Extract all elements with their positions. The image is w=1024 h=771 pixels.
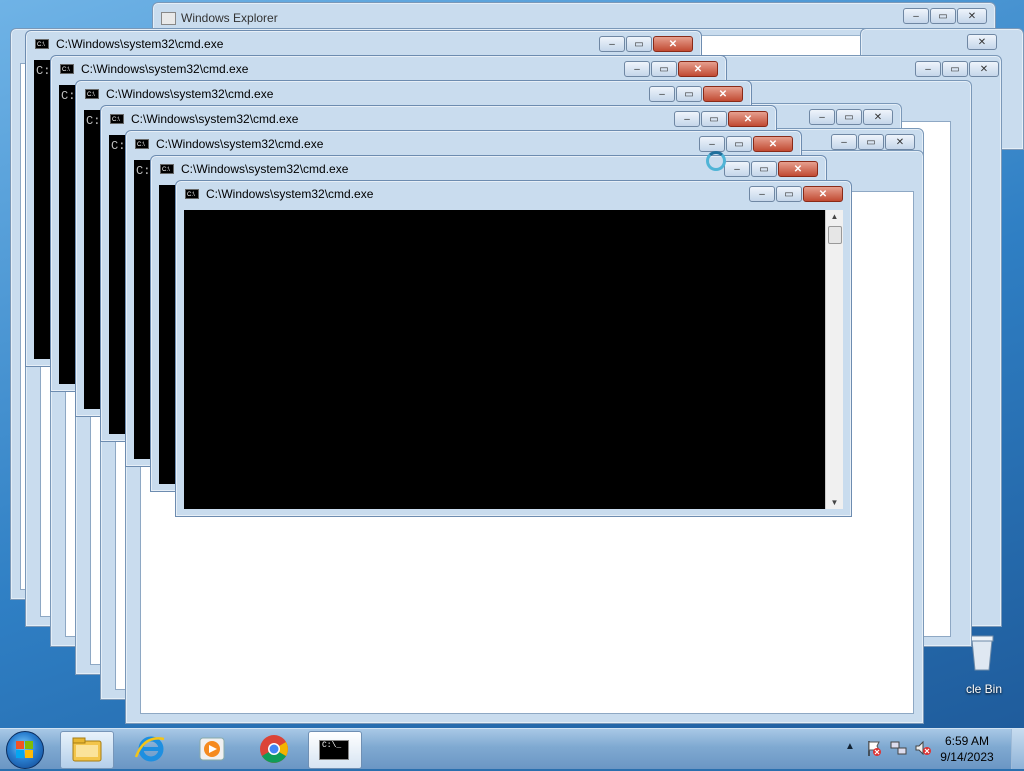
minimize-button[interactable]: – bbox=[915, 61, 941, 77]
folder-explorer-icon bbox=[72, 737, 102, 762]
cmd-icon: C:\_ bbox=[319, 740, 349, 760]
close-button[interactable]: ✕ bbox=[703, 86, 743, 102]
console-prompt: C: bbox=[86, 114, 101, 128]
vertical-scrollbar[interactable]: ▲ ▼ bbox=[825, 210, 843, 509]
maximize-button[interactable]: ▭ bbox=[942, 61, 968, 77]
minimize-button[interactable]: – bbox=[903, 8, 929, 24]
taskbar: C:\_ ▲ 6:59 AM 9/14/2023 bbox=[0, 728, 1024, 769]
window-title: Windows Explorer bbox=[181, 11, 278, 25]
clock-date: 9/14/2023 bbox=[940, 750, 994, 764]
scroll-down-icon[interactable]: ▼ bbox=[826, 498, 843, 507]
start-button[interactable] bbox=[6, 731, 44, 769]
taskbar-cmd-button[interactable]: C:\_ bbox=[308, 731, 362, 769]
internet-explorer-icon bbox=[134, 736, 165, 762]
taskbar-ie-button[interactable] bbox=[124, 731, 176, 767]
maximize-button[interactable]: ▭ bbox=[676, 86, 702, 102]
volume-muted-icon[interactable] bbox=[914, 739, 932, 757]
cmd-window-active[interactable]: C:\ C:\Windows\system32\cmd.exe – ▭ ✕ ▲ … bbox=[175, 180, 852, 517]
recycle-bin-icon[interactable] bbox=[968, 630, 996, 674]
scroll-thumb[interactable] bbox=[828, 226, 842, 244]
recycle-bin-label[interactable]: cle Bin bbox=[966, 682, 1002, 696]
cmd-app-icon: C:\ bbox=[185, 189, 199, 199]
explorer-app-icon bbox=[161, 12, 176, 25]
caption-buttons: – ▭ ✕ bbox=[809, 109, 893, 125]
taskbar-explorer-button[interactable] bbox=[60, 731, 114, 769]
console-prompt: C: bbox=[36, 64, 51, 78]
cmd-app-icon: C:\ bbox=[110, 114, 124, 124]
maximize-button[interactable]: ▭ bbox=[651, 61, 677, 77]
cmd-app-icon: C:\ bbox=[85, 89, 99, 99]
minimize-button[interactable]: – bbox=[749, 186, 775, 202]
caption-buttons: – ▭ ✕ bbox=[749, 186, 843, 202]
maximize-button[interactable]: ▭ bbox=[858, 134, 884, 150]
busy-cursor-icon bbox=[706, 151, 726, 171]
caption-buttons: – ▭ ✕ bbox=[915, 61, 999, 77]
close-button[interactable]: ✕ bbox=[678, 61, 718, 77]
close-button[interactable]: ✕ bbox=[967, 34, 997, 50]
maximize-button[interactable]: ▭ bbox=[751, 161, 777, 177]
minimize-button[interactable]: – bbox=[809, 109, 835, 125]
maximize-button[interactable]: ▭ bbox=[626, 36, 652, 52]
cmd-app-icon: C:\ bbox=[160, 164, 174, 174]
cmd-app-icon: C:\ bbox=[135, 139, 149, 149]
console-prompt: C: bbox=[111, 139, 126, 153]
clock-time: 6:59 AM bbox=[944, 734, 990, 748]
console-output[interactable] bbox=[184, 210, 826, 509]
caption-buttons: – ▭ ✕ bbox=[699, 136, 793, 152]
caption-buttons: ✕ bbox=[967, 34, 997, 50]
close-button[interactable]: ✕ bbox=[969, 61, 999, 77]
media-player-icon bbox=[199, 737, 225, 761]
window-title: C:\Windows\system32\cmd.exe bbox=[131, 112, 299, 126]
window-title: C:\Windows\system32\cmd.exe bbox=[206, 187, 374, 201]
close-button[interactable]: ✕ bbox=[957, 8, 987, 24]
minimize-button[interactable]: – bbox=[831, 134, 857, 150]
action-center-flag-icon[interactable] bbox=[866, 739, 882, 757]
close-button[interactable]: ✕ bbox=[728, 111, 768, 127]
close-button[interactable]: ✕ bbox=[653, 36, 693, 52]
window-title: C:\Windows\system32\cmd.exe bbox=[81, 62, 249, 76]
minimize-button[interactable]: – bbox=[674, 111, 700, 127]
close-button[interactable]: ✕ bbox=[803, 186, 843, 202]
maximize-button[interactable]: ▭ bbox=[726, 136, 752, 152]
caption-buttons: – ▭ ✕ bbox=[724, 161, 818, 177]
minimize-button[interactable]: – bbox=[649, 86, 675, 102]
cmd-app-icon: C:\ bbox=[35, 39, 49, 49]
taskbar-media-player-button[interactable] bbox=[186, 731, 238, 767]
minimize-button[interactable]: – bbox=[699, 136, 725, 152]
close-button[interactable]: ✕ bbox=[753, 136, 793, 152]
console-prompt: C: bbox=[61, 89, 76, 103]
caption-buttons: – ▭ ✕ bbox=[624, 61, 718, 77]
maximize-button[interactable]: ▭ bbox=[776, 186, 802, 202]
scroll-up-icon[interactable]: ▲ bbox=[826, 212, 843, 221]
minimize-button[interactable]: – bbox=[624, 61, 650, 77]
window-title: C:\Windows\system32\cmd.exe bbox=[56, 37, 224, 51]
windows-start-icon bbox=[16, 741, 34, 759]
chrome-icon bbox=[260, 735, 288, 763]
show-hidden-icons-chevron-icon[interactable]: ▲ bbox=[845, 741, 855, 752]
maximize-button[interactable]: ▭ bbox=[701, 111, 727, 127]
caption-buttons: – ▭ ✕ bbox=[649, 86, 743, 102]
caption-buttons: – ▭ ✕ bbox=[831, 134, 915, 150]
console-prompt: C: bbox=[136, 164, 151, 178]
window-title: C:\Windows\system32\cmd.exe bbox=[156, 137, 324, 151]
cmd-app-icon: C:\ bbox=[60, 64, 74, 74]
maximize-button[interactable]: ▭ bbox=[836, 109, 862, 125]
system-clock[interactable]: 6:59 AM 9/14/2023 bbox=[932, 733, 1002, 765]
caption-buttons: – ▭ ✕ bbox=[674, 111, 768, 127]
network-icon[interactable] bbox=[890, 739, 908, 757]
close-button[interactable]: ✕ bbox=[778, 161, 818, 177]
taskbar-chrome-button[interactable] bbox=[248, 731, 300, 767]
close-button[interactable]: ✕ bbox=[885, 134, 915, 150]
minimize-button[interactable]: – bbox=[599, 36, 625, 52]
desktop: cle Bin Windows Explorer – ▭ ✕ ⌕ ✕ – ▭ ✕ bbox=[0, 0, 1024, 728]
minimize-button[interactable]: – bbox=[724, 161, 750, 177]
maximize-button[interactable]: ▭ bbox=[930, 8, 956, 24]
close-button[interactable]: ✕ bbox=[863, 109, 893, 125]
show-desktop-button[interactable] bbox=[1011, 729, 1024, 769]
caption-buttons: – ▭ ✕ bbox=[599, 36, 693, 52]
window-title: C:\Windows\system32\cmd.exe bbox=[181, 162, 349, 176]
window-title: C:\Windows\system32\cmd.exe bbox=[106, 87, 274, 101]
caption-buttons: – ▭ ✕ bbox=[903, 8, 987, 24]
